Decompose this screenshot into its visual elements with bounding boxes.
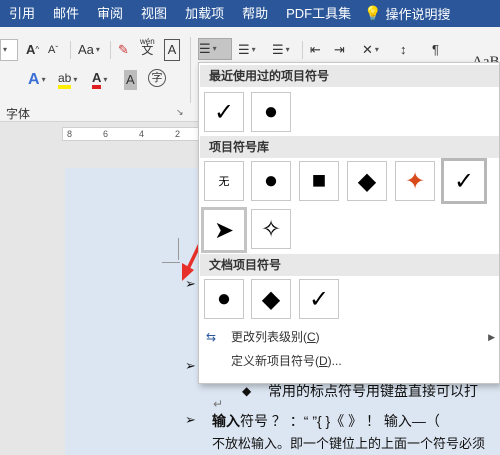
- divider: [302, 41, 303, 59]
- grow-font-button[interactable]: A ^: [26, 39, 39, 61]
- ruler-number: 8: [67, 129, 73, 139]
- multilevel-list-icon: ☰: [272, 42, 284, 57]
- recent-bullets-header: 最近使用过的项目符号: [200, 65, 499, 87]
- highlight-button[interactable]: ab ▾: [58, 69, 77, 91]
- tab-view[interactable]: 视图: [132, 0, 176, 27]
- chevron-down-icon: ▾: [212, 44, 217, 53]
- multilevel-list-button[interactable]: ☰ ▾: [272, 39, 290, 61]
- list-bullet-diamond-icon: ◆: [242, 384, 252, 398]
- chinese-layout-button[interactable]: ✕ ▾: [362, 39, 379, 61]
- shrink-font-button[interactable]: Aˇ: [48, 39, 58, 61]
- tell-me-search[interactable]: 操作说明搜: [382, 4, 451, 23]
- define-new-hotkey: D: [319, 354, 328, 368]
- chinese-layout-icon: ✕: [362, 42, 373, 57]
- change-case-button[interactable]: Aa ▾: [78, 39, 100, 61]
- change-case-label: Aa: [78, 42, 94, 57]
- text-effects-icon[interactable]: A ▾: [28, 69, 46, 91]
- chevron-down-icon: ▾: [103, 75, 108, 84]
- chevron-down-icon: ▾: [95, 45, 100, 54]
- highlighter-icon: ab: [58, 71, 72, 89]
- chevron-down-icon: ▾: [41, 75, 46, 84]
- bullets-button[interactable]: ☰ ▾: [198, 38, 232, 60]
- doc-line-2-bold: 输入: [212, 413, 240, 429]
- font-group-label: 字体: [6, 107, 31, 121]
- chevron-down-icon: ▾: [374, 45, 379, 54]
- change-level-text: 更改列表级别(: [231, 330, 307, 344]
- ruler-number: 6: [103, 129, 109, 139]
- divider: [70, 41, 71, 59]
- chevron-down-icon: ▾: [73, 75, 78, 84]
- enclose-char-button[interactable]: 字: [148, 69, 166, 87]
- doc-line-2: 输入符号 ？ ：“ ”{ }《 》 ！ 输入—（: [212, 411, 440, 431]
- numbered-list-icon: ☰: [238, 42, 250, 57]
- increase-indent-icon[interactable]: ⇥: [334, 39, 345, 61]
- define-new-bullet-item[interactable]: 定义新项目符号(D)...: [200, 350, 499, 372]
- bullet-library-header: 项目符号库: [200, 136, 499, 158]
- decrease-indent-icon[interactable]: ⇤: [310, 39, 321, 61]
- paragraph-mark: ↵: [213, 397, 224, 411]
- numbering-button[interactable]: ☰ ▾: [238, 39, 256, 61]
- tab-help[interactable]: 帮助: [233, 0, 277, 27]
- clear-format-icon[interactable]: ✎: [118, 39, 129, 61]
- chevron-down-icon: ▾: [251, 45, 256, 54]
- doc-line-3: 不放松输入。即一个键位上的上面一个符号必须: [212, 436, 486, 451]
- doc-check-bullet[interactable]: ✓: [299, 279, 339, 319]
- chevron-down-icon: ▾: [3, 45, 8, 54]
- enclose-char-label: 字: [151, 72, 163, 84]
- phonetic-guide-button[interactable]: wén 文: [140, 37, 155, 59]
- document-bullets-header: 文档项目符号: [200, 254, 499, 276]
- divider: [190, 37, 191, 103]
- char-shading-icon[interactable]: A: [124, 69, 137, 91]
- bullet-star4[interactable]: ✧: [251, 209, 291, 249]
- chevron-down-icon: ▾: [285, 45, 290, 54]
- ruler-number: 4: [139, 129, 145, 139]
- dialog-launcher-icon[interactable]: ↘: [176, 107, 184, 118]
- tab-pdf-tools[interactable]: PDF工具集: [277, 0, 360, 27]
- doc-line-1: 常用的标点符号用键盘直接可以打: [268, 383, 478, 399]
- bullet-square[interactable]: ■: [299, 161, 339, 201]
- char-border-button[interactable]: A: [164, 39, 180, 61]
- font-color-button[interactable]: A ▾: [92, 69, 107, 91]
- bullet-check-selected[interactable]: ✓: [441, 158, 487, 204]
- change-list-level-label: 更改列表级别(C): [231, 326, 320, 348]
- define-new-bullet-label: 定义新项目符号(D)...: [231, 350, 342, 372]
- char-border-label: A: [167, 42, 177, 57]
- doc-round-bullet[interactable]: ●: [204, 279, 244, 319]
- doc-line-2-rest: 符号 ？ ：“ ”{ }《 》 ！ 输入—（: [240, 413, 440, 429]
- tab-review[interactable]: 审阅: [88, 0, 132, 27]
- horizontal-ruler: 8 6 4 2: [62, 127, 202, 141]
- recent-check-bullet[interactable]: ✓: [204, 92, 244, 132]
- list-bullet-arrow-icon: ➢: [185, 358, 196, 373]
- show-marks-icon[interactable]: ¶: [432, 39, 439, 61]
- doc-diamond-bullet[interactable]: ◆: [251, 279, 291, 319]
- tab-references[interactable]: 引用: [0, 0, 44, 27]
- bullet-list-icon: ☰: [199, 41, 211, 56]
- ruler-number: 2: [175, 129, 181, 139]
- change-list-level-item[interactable]: ⇆ 更改列表级别(C) ▶: [200, 326, 499, 348]
- bullet-diamond[interactable]: ◆: [347, 161, 387, 201]
- bullet-library-dropdown: 最近使用过的项目符号 ✓ ● 项目符号库 无 ● ■ ◆ ✦ ✓ ➤ ✧ 文档项…: [198, 62, 500, 384]
- list-level-icon: ⇆: [206, 330, 217, 344]
- lightbulb-icon: 💡: [364, 5, 382, 21]
- font-size-box[interactable]: ▾: [0, 39, 18, 61]
- recent-round-bullet[interactable]: ●: [251, 92, 291, 132]
- divider: [110, 41, 111, 59]
- define-new-text: 定义新项目符号(: [231, 354, 319, 368]
- tab-mailings[interactable]: 邮件: [44, 0, 88, 27]
- bullet-arrow[interactable]: ➤: [201, 207, 247, 253]
- change-level-hotkey: C: [307, 330, 316, 344]
- bullet-round[interactable]: ●: [251, 161, 291, 201]
- define-new-close: )...: [327, 354, 342, 368]
- change-level-close: ): [315, 330, 320, 344]
- tab-addins[interactable]: 加载项: [176, 0, 233, 27]
- list-bullet-arrow-icon: ➢: [185, 412, 196, 427]
- bullet-cross-star[interactable]: ✦: [395, 161, 435, 201]
- font-color-icon: A: [92, 71, 102, 89]
- sort-icon[interactable]: ↕: [400, 39, 407, 61]
- chevron-right-icon: ▶: [488, 332, 495, 342]
- ribbon-tab-bar: 引用 邮件 审阅 视图 加载项 帮助 PDF工具集 💡 操作说明搜: [0, 0, 500, 27]
- bullet-none[interactable]: 无: [204, 161, 244, 201]
